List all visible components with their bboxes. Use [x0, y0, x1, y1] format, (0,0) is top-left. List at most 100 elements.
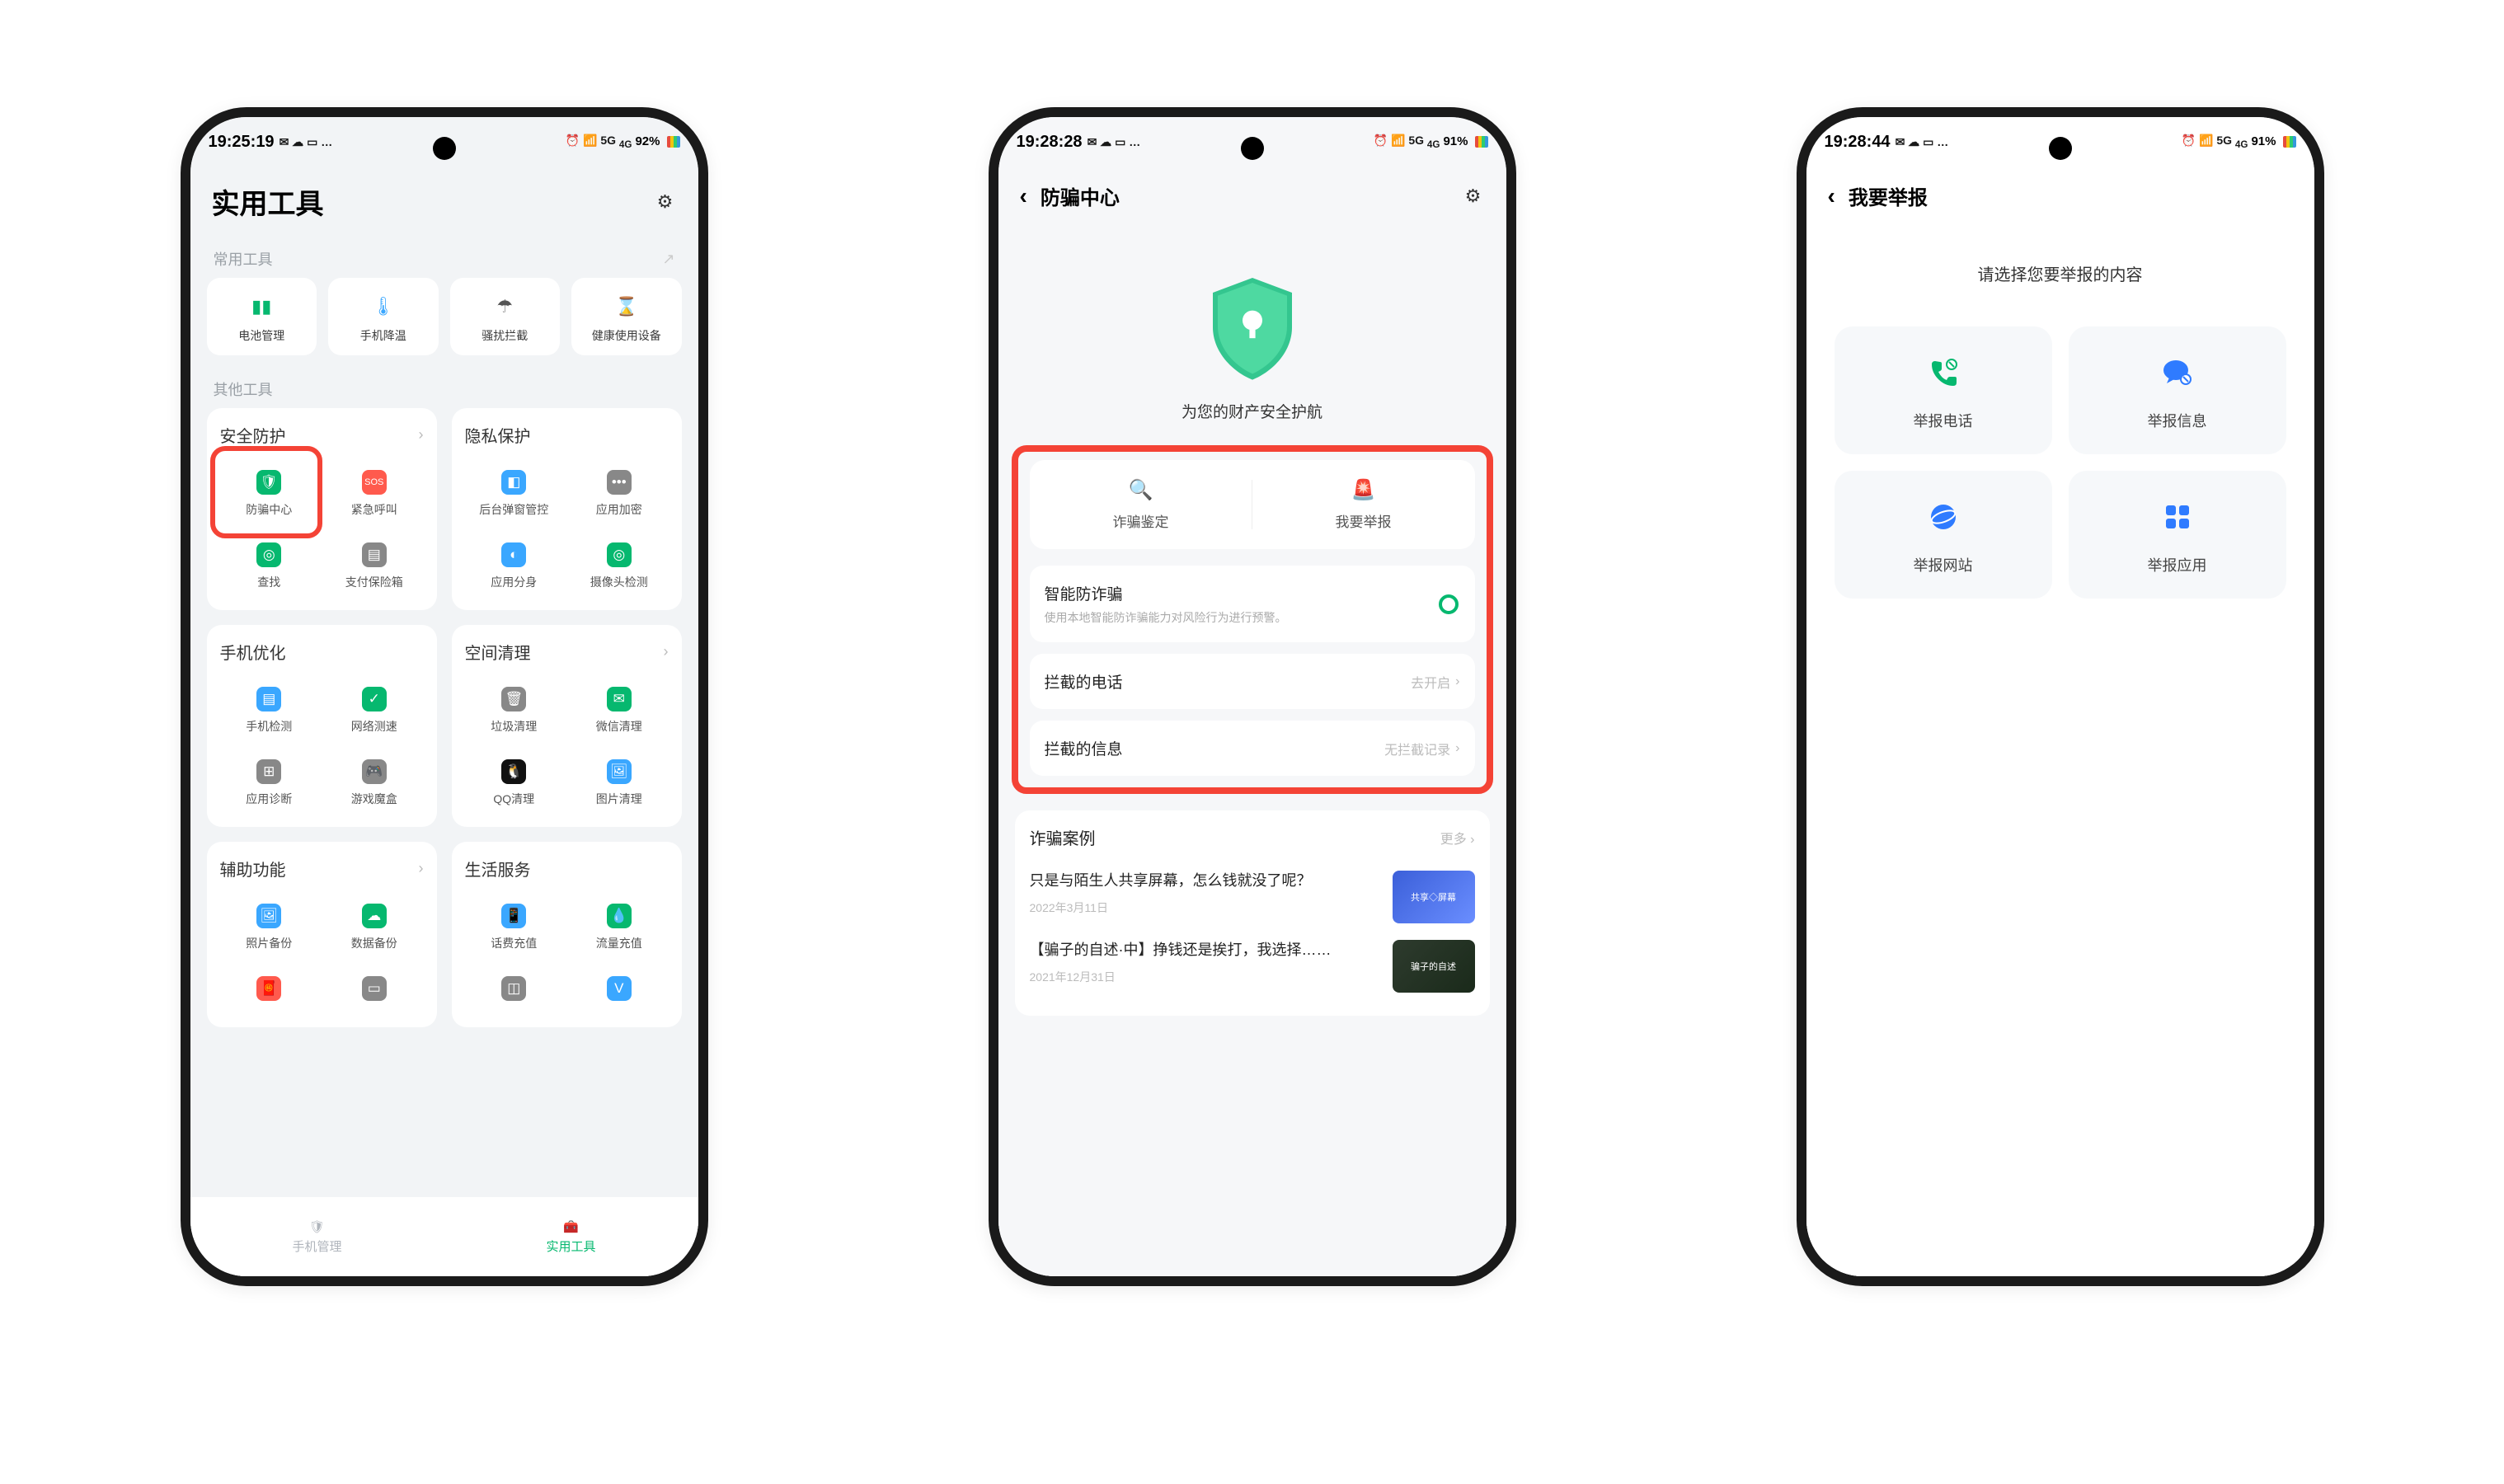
phone-1-utilities: 19:25:19✉ ☁ ▭ … ⏰ 📶 5G 4G 92% 实用工具 ⚙ 常用工… [181, 107, 708, 1286]
life-extra-1[interactable]: ◫ [462, 965, 567, 1021]
cloud-icon: ☁ [362, 904, 387, 928]
stamp-icon: 🔍 [1129, 478, 1153, 502]
tab-phone-manager[interactable]: 🛡手机管理 [190, 1197, 444, 1276]
page-title: 实用工具 [212, 181, 641, 222]
chevron-right-icon: › [1455, 741, 1459, 756]
message-no-icon [2161, 356, 2194, 397]
page-title: 防骗中心 [1041, 181, 1449, 210]
fraud-cases-card: 诈骗案例 更多 › 只是与陌生人共享屏幕，怎么钱就没了呢？2022年3月11日 … [1015, 810, 1490, 1016]
v-icon: V [607, 976, 632, 1001]
case-article-2[interactable]: 【骗子的自述·中】挣钱还是挨打，我选择……2021年12月31日 骗子的自述 [1030, 932, 1475, 1001]
privacy-camera-detect[interactable]: ◎摄像头检测 [566, 531, 672, 603]
assist-photo-backup[interactable]: 🖼照片备份 [217, 892, 322, 965]
hourglass-icon: ⌛ [614, 294, 639, 319]
opt-net-speed[interactable]: ✓网络测速 [322, 675, 427, 748]
card-security: 安全防护› 🛡防骗中心 SOS紧急呼叫 ◎查找 ▤支付保险箱 [207, 408, 437, 610]
privacy-app-clone[interactable]: ◐应用分身 [462, 531, 567, 603]
status-time: 19:25:19 [209, 133, 275, 152]
life-data-recharge[interactable]: 💧流量充值 [566, 892, 672, 965]
highlight-antifraud-settings: 🔍诈骗鉴定 🚨我要举报 智能防诈骗使用本地智能防诈骗能力对风险行为进行预警。 拦… [1012, 445, 1493, 794]
article-thumbnail: 骗子的自述 [1393, 940, 1475, 993]
status-battery: 91% [1443, 134, 1468, 148]
shield-check-icon: 🛡 [309, 1219, 325, 1234]
drop-icon: 💧 [607, 904, 632, 928]
assist-extra-1[interactable]: 🧧 [217, 965, 322, 1021]
tool-battery-management[interactable]: ▮▮电池管理 [207, 278, 317, 355]
chevron-right-icon[interactable]: › [419, 860, 424, 877]
back-icon[interactable]: ‹ [1828, 183, 1835, 209]
card-privacy: 隐私保护 ◧后台弹窗管控 •••应用加密 ◐应用分身 ◎摄像头检测 [452, 408, 682, 610]
phone-no-icon [1927, 356, 1960, 397]
clean-wechat[interactable]: ✉微信清理 [566, 675, 672, 748]
security-payment-safe[interactable]: ▤支付保险箱 [322, 531, 427, 603]
security-find-device[interactable]: ◎查找 [217, 531, 322, 603]
card-cleanup: 空间清理› 🗑垃圾清理 ✉微信清理 🐧QQ清理 🖼图片清理 [452, 625, 682, 827]
assist-data-backup[interactable]: ☁数据备份 [322, 892, 427, 965]
toggle-smart-antifraud[interactable] [1422, 593, 1460, 616]
report-app[interactable]: 举报应用 [2069, 471, 2286, 599]
assist-extra-2[interactable]: ▭ [322, 965, 427, 1021]
check-icon: ▤ [256, 687, 281, 711]
tool-harassment-block[interactable]: ☂骚扰拦截 [450, 278, 561, 355]
life-phone-recharge[interactable]: 📱话费充值 [462, 892, 567, 965]
chevron-right-icon: › [1455, 674, 1459, 689]
report-call[interactable]: 举报电话 [1835, 326, 2052, 454]
opt-phone-check[interactable]: ▤手机检测 [217, 675, 322, 748]
page-header: ‹ 我要举报 [1806, 167, 2314, 228]
front-camera-dot [1241, 137, 1264, 160]
apps-grid-icon [2161, 500, 2194, 541]
clean-trash[interactable]: 🗑垃圾清理 [462, 675, 567, 748]
phone-2-antifraud-center: 19:28:28✉ ☁ ▭ … ⏰ 📶 5G 4G 91% ‹ 防骗中心 ⚙ 为… [989, 107, 1516, 1286]
status-time: 19:28:44 [1825, 133, 1891, 152]
shield-illustration [1203, 270, 1302, 385]
misc-icon: ▭ [362, 976, 387, 1001]
tool-digital-wellbeing[interactable]: ⌛健康使用设备 [571, 278, 682, 355]
status-battery: 92% [635, 134, 660, 148]
setting-blocked-calls[interactable]: 拦截的电话 去开启› [1030, 654, 1475, 709]
settings-icon[interactable]: ⚙ [654, 190, 677, 214]
clean-images[interactable]: 🖼图片清理 [566, 748, 672, 820]
gamepad-icon: 🎮 [362, 759, 387, 784]
page-header: 实用工具 ⚙ [190, 167, 698, 240]
front-camera-dot [2049, 137, 2072, 160]
article-thumbnail: 共享◇屏幕 [1393, 871, 1475, 923]
highlight-antifraud [210, 446, 322, 538]
report-message[interactable]: 举报信息 [2069, 326, 2286, 454]
common-tools-row: ▮▮电池管理 🌡手机降温 ☂骚扰拦截 ⌛健康使用设备 [190, 278, 698, 370]
case-article-1[interactable]: 只是与陌生人共享屏幕，怎么钱就没了呢？2022年3月11日 共享◇屏幕 [1030, 862, 1475, 932]
red-envelope-icon: 🧧 [256, 976, 281, 1001]
opt-game-box[interactable]: 🎮游戏魔盒 [322, 748, 427, 820]
sos-icon: SOS [362, 470, 387, 495]
antifraud-action-pair: 🔍诈骗鉴定 🚨我要举报 [1030, 460, 1475, 549]
tool-phone-cooling[interactable]: 🌡手机降温 [328, 278, 439, 355]
security-sos[interactable]: SOS紧急呼叫 [322, 458, 427, 531]
section-other-tools: 其他工具 [190, 370, 698, 408]
back-icon[interactable]: ‹ [1020, 183, 1027, 209]
life-extra-2[interactable]: V [566, 965, 672, 1021]
cases-more[interactable]: 更多 › [1440, 828, 1475, 848]
privacy-popup-control[interactable]: ◧后台弹窗管控 [462, 458, 567, 531]
clone-icon: ◐ [501, 542, 526, 567]
action-report[interactable]: 🚨我要举报 [1252, 460, 1475, 549]
setting-smart-antifraud[interactable]: 智能防诈骗使用本地智能防诈骗能力对风险行为进行预警。 [1030, 566, 1475, 642]
umbrella-icon: ☂ [492, 294, 517, 319]
opt-app-diagnose[interactable]: ⊞应用诊断 [217, 748, 322, 820]
page-title: 我要举报 [1849, 181, 2293, 210]
safe-icon: ▤ [362, 542, 387, 567]
tab-utilities[interactable]: 🧰实用工具 [444, 1197, 698, 1276]
speed-icon: ✓ [362, 687, 387, 711]
clean-qq[interactable]: 🐧QQ清理 [462, 748, 567, 820]
privacy-app-lock[interactable]: •••应用加密 [566, 458, 672, 531]
image-icon: 🖼 [607, 759, 632, 784]
setting-blocked-messages[interactable]: 拦截的信息 无拦截记录› [1030, 721, 1475, 776]
settings-icon[interactable]: ⚙ [1462, 185, 1485, 208]
report-website[interactable]: 举报网站 [1835, 471, 2052, 599]
action-fraud-identify[interactable]: 🔍诈骗鉴定 [1030, 460, 1252, 549]
status-time: 19:28:28 [1017, 133, 1083, 152]
chevron-right-icon[interactable]: › [664, 643, 669, 660]
battery-icon: ▮▮ [249, 294, 274, 319]
mobile-icon: 📱 [501, 904, 526, 928]
toolbox-icon: 🧰 [563, 1219, 579, 1234]
window-icon: ◧ [501, 470, 526, 495]
chevron-right-icon[interactable]: › [419, 426, 424, 444]
